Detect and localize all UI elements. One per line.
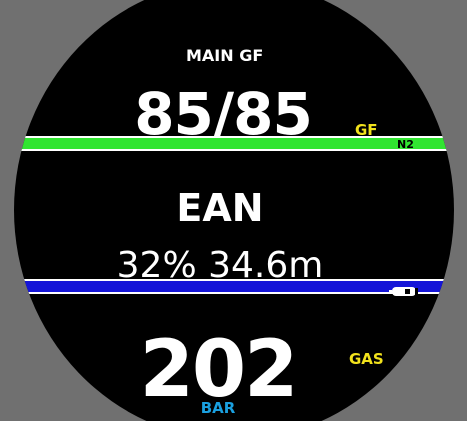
tank-pressure-bar bbox=[14, 279, 454, 294]
n2-tag: N2 bbox=[397, 138, 414, 151]
main-gf-label: MAIN GF bbox=[186, 46, 264, 65]
gas-mix-name: EAN bbox=[176, 186, 264, 230]
tank-icon bbox=[389, 282, 419, 296]
dive-computer-screen: MAIN GF 85/85 GF N2 EAN 32% 34.6m 202 GA… bbox=[0, 0, 467, 421]
nitrogen-loading-bar bbox=[14, 136, 454, 151]
watch-dial: MAIN GF 85/85 GF N2 EAN 32% 34.6m 202 GA… bbox=[14, 0, 454, 421]
gas-tag: GAS bbox=[349, 350, 384, 368]
pressure-unit-label: BAR bbox=[200, 399, 236, 417]
